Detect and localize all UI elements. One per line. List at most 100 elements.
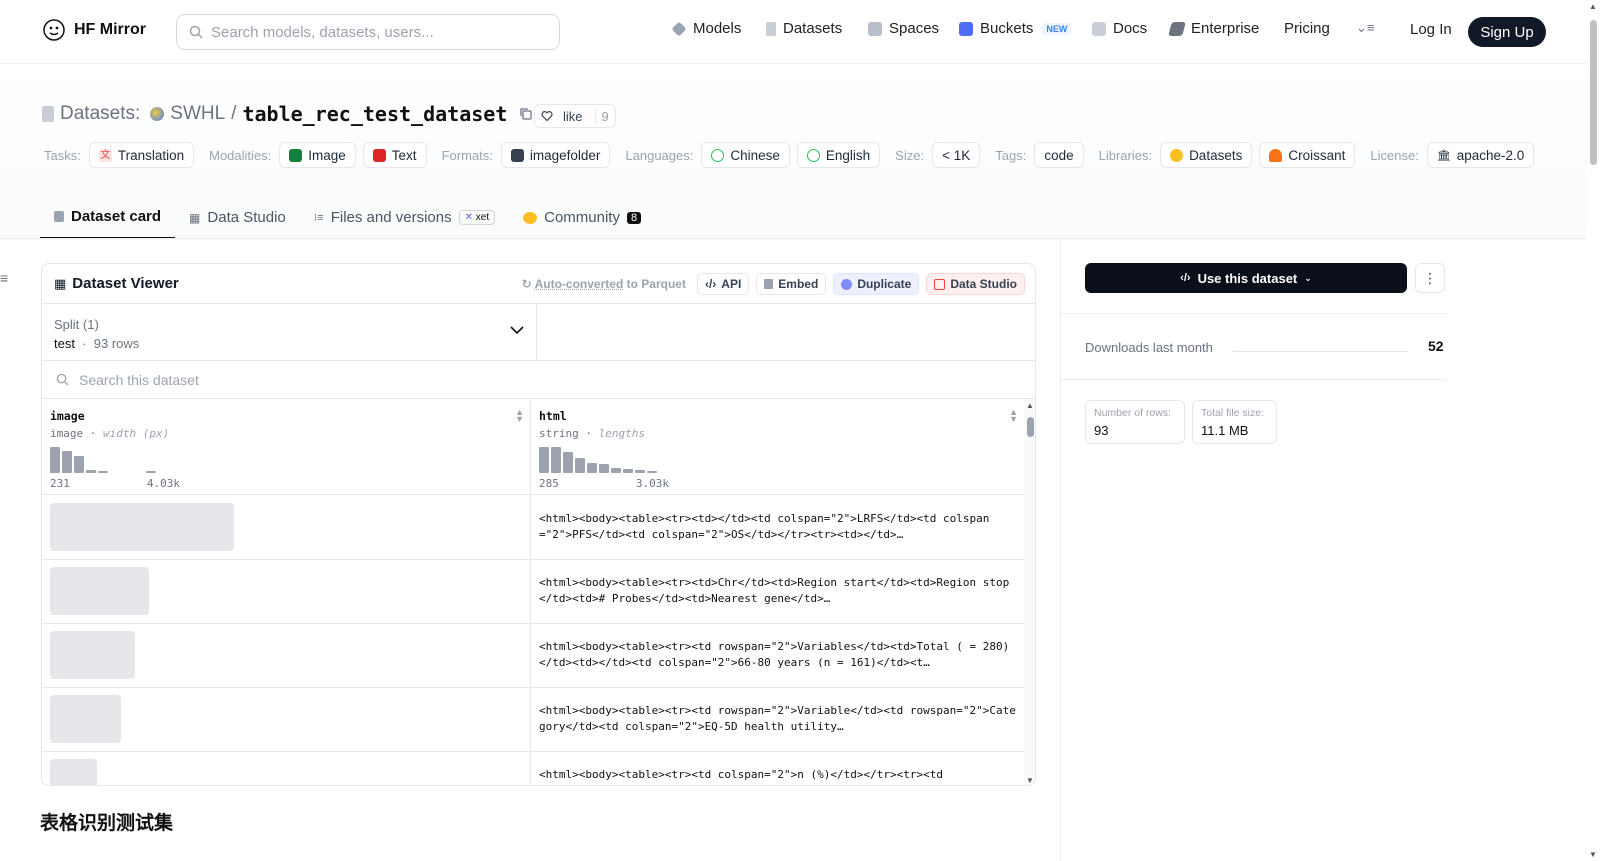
tag-task[interactable]: 文 Translation [88,142,195,168]
api-button[interactable]: ‹/› API [696,273,750,295]
histogram-bar[interactable] [551,447,561,473]
tab-dataset-card[interactable]: Dataset card [40,196,176,239]
histogram-bar[interactable] [74,456,84,473]
embed-label: Embed [778,277,819,291]
nav-models[interactable]: Models [671,20,741,37]
tag-lib-croissant[interactable]: Croissant [1259,142,1356,168]
histogram-bar[interactable] [587,463,597,473]
brand-logo[interactable]: HF Mirror [42,18,146,42]
html-cell[interactable]: <html><body><table><tr><td></td><td cols… [531,495,1024,559]
tag-format[interactable]: imagefolder [500,142,611,168]
data-studio-button[interactable]: Data Studio [926,273,1025,295]
nav-spaces[interactable]: Spaces [868,20,939,37]
table-row[interactable]: <html><body><table><tr><td></td><td cols… [42,495,1024,560]
tag-lang-english[interactable]: English [796,142,881,168]
tag-lib-datasets[interactable]: Datasets [1160,142,1253,168]
image-cell[interactable] [42,751,531,785]
tag-modality-text[interactable]: Text [362,142,427,168]
table-row[interactable]: <html><body><table><tr><td colspan="2">n… [42,751,1024,785]
image-thumbnail[interactable] [50,759,98,785]
html-cell[interactable]: <html><body><table><tr><td>Chr</td><td>R… [531,559,1024,623]
histogram-bar[interactable] [575,458,585,473]
toc-toggle-icon[interactable]: ≡ [0,270,8,286]
histogram-bar[interactable] [611,468,621,473]
like-button[interactable]: like 9 [534,104,616,128]
use-dataset-button[interactable]: ‹/› Use this dataset ⌄ [1085,263,1407,293]
nav-docs[interactable]: Docs [1092,20,1147,37]
image-thumbnail[interactable] [50,695,121,743]
page-scroll-down[interactable]: ▼ [1589,850,1597,859]
histogram-bar[interactable] [599,463,609,473]
histogram-bar[interactable] [98,470,108,473]
histogram-bar[interactable] [647,471,657,473]
sort-icon[interactable]: ▲ ▼ [515,408,524,424]
histogram-bar[interactable] [62,450,72,473]
nav-datasets[interactable]: Datasets [766,20,842,37]
nav-enterprise[interactable]: Enterprise [1168,20,1259,37]
histogram-bar[interactable] [146,471,156,473]
table-row[interactable]: <html><body><table><tr><td rowspan="2">V… [42,623,1024,688]
histogram-bar[interactable] [635,470,645,473]
column-header-image[interactable]: image image · width (px) 231 4.03k ▲ ▼ [42,399,531,495]
tag-code[interactable]: code [1034,142,1084,168]
duplicate-button[interactable]: Duplicate [833,273,920,295]
sort-icon[interactable]: ▲ ▼ [1009,408,1018,424]
dataset-search-input[interactable]: Search this dataset [42,361,1035,399]
viewer-scroll-thumb[interactable] [1027,417,1034,437]
nav-buckets[interactable]: Buckets NEW [959,20,1072,37]
auto-converted-link[interactable]: Auto-converted [535,277,624,291]
auto-converted-note[interactable]: ↻ Auto-converted to Parquet [522,277,686,291]
split-selector[interactable]: Split (1) test · 93 rows [42,304,537,361]
column-header-html[interactable]: html string · lengths 285 3.03k ▲ ▼ [531,399,1024,495]
image-thumbnail[interactable] [50,567,150,615]
signup-button[interactable]: Sign Up [1468,17,1546,47]
search-input[interactable]: Search models, datasets, users... [176,14,560,50]
column-histogram[interactable] [50,447,156,473]
more-options-button[interactable]: ⋮ [1415,263,1445,293]
page-scroll-thumb[interactable] [1590,20,1597,165]
tab-files-versions[interactable]: ⁝≡ Files and versions ✕ xet [300,196,509,239]
html-cell[interactable]: <html><body><table><tr><td colspan="2">n… [531,751,1024,785]
table-row[interactable]: <html><body><table><tr><td rowspan="2">V… [42,687,1024,752]
globe-icon [711,148,725,162]
histogram-bar[interactable] [623,469,633,473]
image-cell[interactable] [42,623,531,687]
histogram-bar[interactable] [50,447,60,473]
histogram-bar[interactable] [539,447,549,473]
table-row[interactable]: <html><body><table><tr><td>Chr</td><td>R… [42,559,1024,624]
repo-owner[interactable]: SWHL [170,103,225,125]
tab-community[interactable]: Community 8 [509,196,655,239]
image-cell[interactable] [42,687,531,751]
column-histogram[interactable] [539,447,657,473]
scroll-up-arrow[interactable]: ▲ [1026,401,1034,410]
column-type-label: string [539,427,579,440]
repo-name[interactable]: table_rec_test_dataset [242,102,507,126]
page-scroll-up[interactable]: ▲ [1589,2,1597,11]
repo-type-label[interactable]: Datasets: [60,103,140,125]
more-menu-icon[interactable]: ⌄≡ [1356,20,1374,36]
histogram-bar[interactable] [563,451,573,473]
image-thumbnail[interactable] [50,503,235,551]
histogram-bar[interactable] [86,470,96,473]
tag-size[interactable]: < 1K [932,142,981,168]
tag-license[interactable]: 🏛 apache-2.0 [1426,142,1535,168]
page-scrollbar[interactable]: ▲ ▼ [1586,0,1600,861]
image-cell[interactable] [42,495,531,559]
html-cell[interactable]: <html><body><table><tr><td rowspan="2">V… [531,623,1024,687]
viewer-scrollbar[interactable]: ▲ ▼ [1024,399,1035,785]
use-dataset-label: Use this dataset [1197,270,1298,286]
nav-pricing[interactable]: Pricing [1284,20,1330,37]
copy-icon[interactable] [519,107,533,121]
image-cell[interactable] [42,559,531,623]
split-label: Split (1) [54,317,99,332]
html-cell[interactable]: <html><body><table><tr><td rowspan="2">V… [531,687,1024,751]
scroll-down-arrow[interactable]: ▼ [1026,776,1034,785]
tab-data-studio[interactable]: ▦ Data Studio [175,196,300,239]
tag-modality-image[interactable]: Image [279,142,356,168]
tag-lang-chinese[interactable]: Chinese [701,142,790,168]
image-thumbnail[interactable] [50,631,136,679]
embed-button[interactable]: Embed [756,273,827,295]
downloads-sparkline [1233,351,1408,352]
login-link[interactable]: Log In [1410,21,1452,38]
code-icon: ‹/› [1180,272,1191,284]
